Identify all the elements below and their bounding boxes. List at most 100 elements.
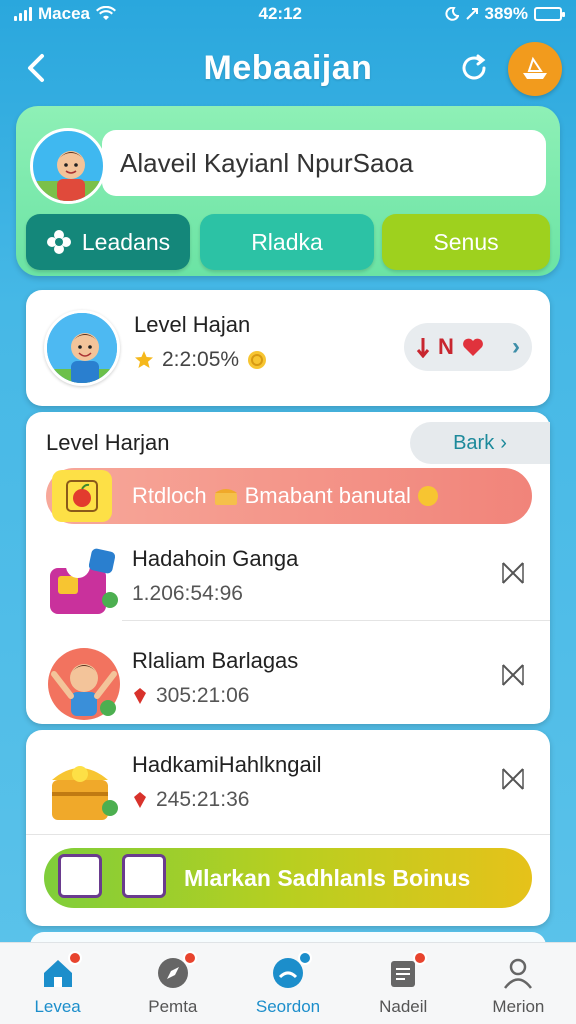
status-left: Macea (14, 4, 116, 24)
treasure-icon (214, 489, 237, 505)
back-button[interactable] (18, 50, 54, 86)
back-pill-button[interactable]: Bark › (410, 422, 550, 464)
nav-label: Pemta (148, 997, 198, 1016)
refresh-button[interactable] (456, 50, 492, 86)
close-icon[interactable] (500, 560, 526, 586)
item-title: HadkamiHahlkngail (132, 752, 322, 777)
list-item[interactable]: HadkamiHahlkngail 245:21:36 (26, 738, 550, 842)
cat-photo-icon (122, 854, 166, 898)
level-score: 2:2:05% (134, 348, 267, 372)
level-action-pill[interactable]: N › (404, 323, 532, 371)
item-title: Rlaliam Barlagas (132, 648, 299, 673)
bonus-label: Mlarkan Sadhlanls Boinus (184, 864, 471, 891)
hamster-photo-icon (58, 854, 102, 898)
item-title: Hadahoin Ganga (132, 546, 299, 571)
close-icon[interactable] (500, 662, 526, 688)
tab-label: Rladka (251, 228, 323, 255)
chevron-right-icon: › (500, 431, 507, 454)
item-thumb (44, 644, 124, 724)
compass-icon (155, 951, 197, 991)
treasure-chest-icon (52, 766, 118, 820)
cheering-kid-icon (48, 648, 120, 720)
notification-badge (298, 951, 312, 965)
search-globe-icon (270, 951, 312, 991)
tab-label: Leadans (81, 228, 171, 255)
battery-percent: 389% (484, 4, 528, 23)
coin-icon (417, 486, 438, 506)
promo-banner[interactable]: Rtdloch Bmabant banutal (46, 468, 532, 524)
nav-item-seordon[interactable]: Seordon (230, 943, 345, 1024)
name-field[interactable]: Alaveil Kayianl NpurSaoa (102, 130, 546, 196)
close-icon[interactable] (500, 766, 526, 792)
nav-item-levea[interactable]: Levea (0, 943, 115, 1024)
notification-badge (413, 951, 428, 965)
list-card: Level Harjan Bark › Rtdloch Bmabant banu… (26, 412, 550, 724)
tab-rladka[interactable]: Rladka (200, 214, 374, 270)
level-title: Level Hajan (134, 312, 251, 337)
tab-senus[interactable]: Senus (382, 214, 550, 270)
item-value: 245:21:36 (132, 788, 249, 812)
boy-avatar-icon (33, 151, 103, 201)
nav-item-nadeil[interactable]: Nadeil (346, 943, 461, 1024)
apple-icon (66, 480, 98, 512)
player-avatar (44, 310, 120, 386)
tab-leadans[interactable]: Leadans (26, 214, 190, 270)
notification-badge (182, 951, 197, 965)
notification-badge (67, 951, 82, 965)
chevron-left-icon (28, 54, 44, 82)
user-icon (500, 955, 536, 991)
profile-menu-button[interactable] (508, 42, 562, 96)
nav-label: Nadeil (379, 997, 428, 1016)
item-value-text: 245:21:36 (156, 788, 250, 811)
tab-label: Senus (433, 228, 499, 255)
back-pill-label: Bark (453, 431, 495, 454)
document-icon (385, 951, 428, 991)
list-heading: Level Harjan (46, 430, 170, 455)
wifi-icon (95, 6, 116, 20)
nav-item-pemta[interactable]: Pemta (115, 943, 230, 1024)
divider (26, 834, 550, 835)
nav-item-merion[interactable]: Merion (461, 943, 576, 1024)
ship-icon (523, 56, 547, 79)
item-thumb (44, 542, 124, 622)
carrier-label: Macea (38, 4, 90, 23)
signal-arrow-icon (465, 8, 478, 20)
chevron-right-icon: › (512, 333, 520, 360)
bonus-card: HadkamiHahlkngail 245:21:36 Mlarkan Sadh… (26, 730, 550, 926)
profile-avatar[interactable] (30, 128, 106, 204)
item-thumb (44, 748, 124, 828)
flower-icon (46, 230, 71, 254)
bottom-nav: Levea Pemta Seordon Nadeil Merion (0, 942, 576, 1024)
status-bar: Macea 42:12 389% (0, 0, 576, 28)
signal-icon (14, 7, 32, 21)
nav-label: Seordon (255, 997, 321, 1016)
level-score-value: 2:2:05% (162, 348, 240, 371)
pill-text: N (438, 334, 454, 359)
moon-icon (444, 7, 459, 21)
home-icon (40, 951, 82, 991)
banner-word-2: Bmabant banutal (244, 483, 411, 508)
nav-label: Levea (34, 997, 81, 1016)
divider (122, 620, 550, 621)
page-title: Mebaaijan (203, 48, 373, 87)
bonus-banner[interactable]: Mlarkan Sadhlanls Boinus (44, 848, 532, 908)
box-toy-icon (50, 548, 118, 614)
coin-icon (248, 351, 267, 369)
battery-icon (533, 7, 565, 21)
status-time: 42:12 (258, 4, 302, 23)
gem-icon (134, 792, 146, 808)
profile-card: Alaveil Kayianl NpurSaoa Leadans Rladka … (16, 106, 560, 276)
item-value-text: 305:21:06 (156, 684, 250, 707)
gem-icon (134, 688, 146, 704)
nav-label: Merion (492, 997, 545, 1016)
star-icon (135, 351, 153, 368)
banner-word-1: Rtdloch (132, 483, 207, 508)
app-header: Mebaaijan (0, 30, 576, 106)
level-card[interactable]: Level Hajan 2:2:05% N › (26, 290, 550, 406)
item-value: 1.206:54:96 (132, 582, 243, 605)
list-item[interactable]: Rlaliam Barlagas 305:21:06 (26, 634, 550, 738)
gift-box-icon (52, 470, 112, 522)
arrow-icon (416, 338, 430, 358)
status-right: 389% (444, 4, 565, 24)
heart-icon (462, 338, 483, 356)
